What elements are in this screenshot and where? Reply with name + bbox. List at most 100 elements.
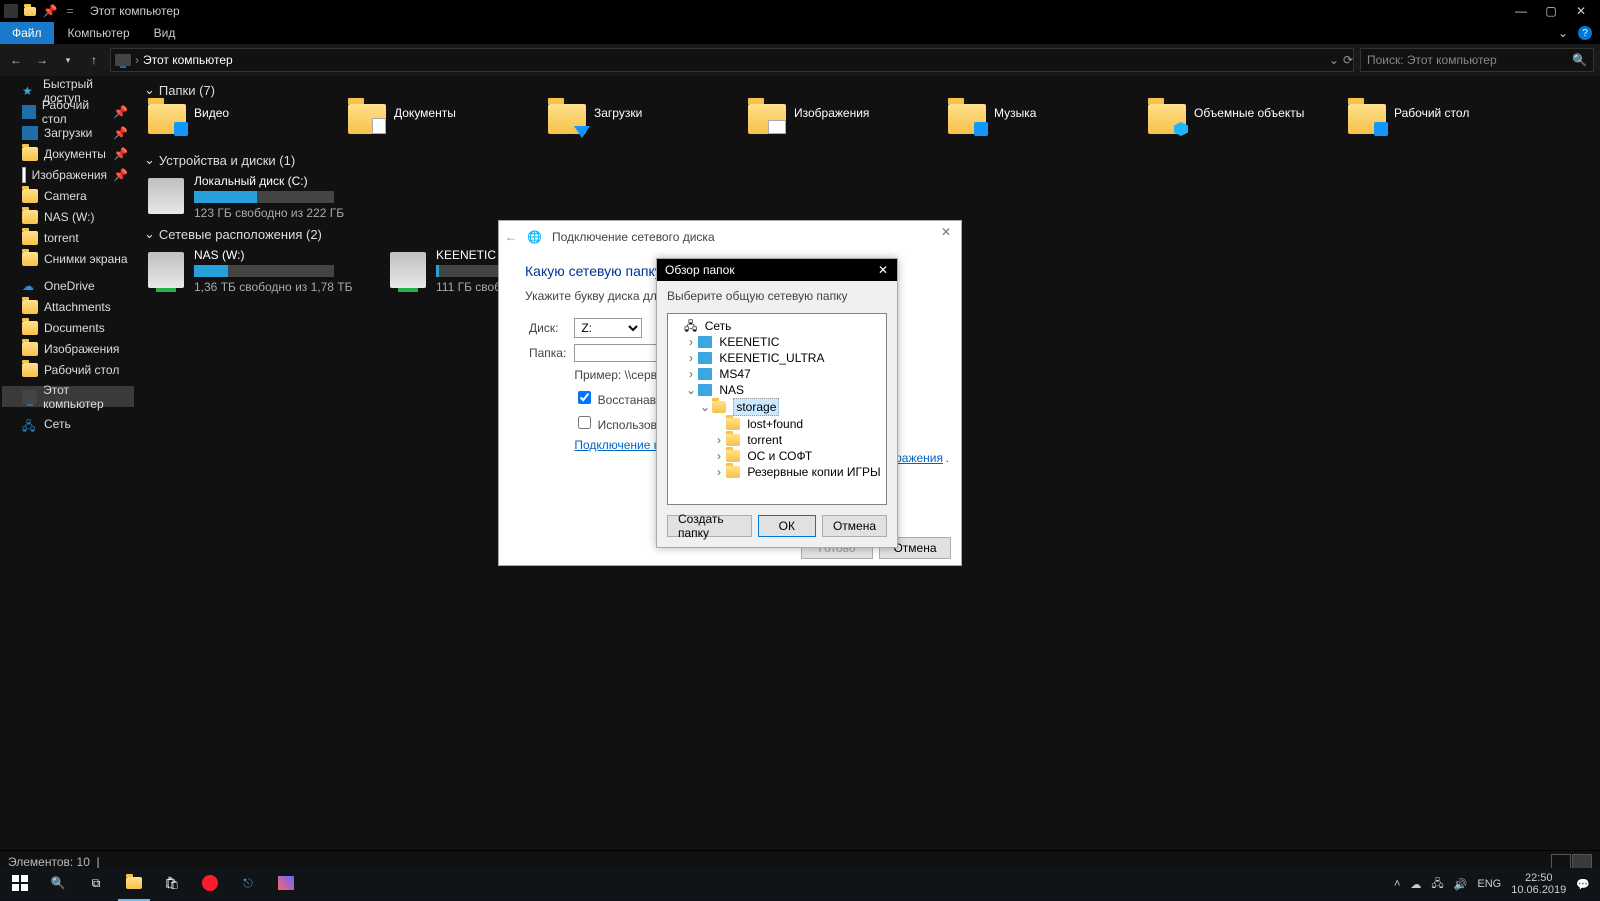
ok-button[interactable]: ОК <box>758 515 816 537</box>
nav-back[interactable]: ← <box>6 50 26 70</box>
section-folders[interactable]: ⌄Папки (7) <box>140 80 1600 100</box>
sidebar-label: Camera <box>44 189 87 203</box>
folder-downloads[interactable]: Загрузки <box>540 100 734 150</box>
sidebar-item[interactable]: Загрузки📌 <box>2 122 134 143</box>
folder-documents[interactable]: Документы <box>340 100 534 150</box>
sidebar-item[interactable]: Рабочий стол📌 <box>2 101 134 122</box>
task-view-button[interactable]: ⧉ <box>80 867 112 899</box>
drive-c[interactable]: Локальный диск (C:) 123 ГБ свободно из 2… <box>140 170 376 224</box>
desktop-icon <box>22 105 36 119</box>
sidebar-network[interactable]: 🖧Сеть <box>2 413 134 434</box>
tray-volume-icon[interactable]: 🔊 <box>1454 878 1468 891</box>
sidebar-onedrive[interactable]: ☁OneDrive <box>2 275 134 296</box>
computer-icon <box>698 384 712 396</box>
drive-letter-select[interactable]: Z: <box>574 318 642 338</box>
ribbon-view[interactable]: Вид <box>142 22 188 44</box>
maximize-button[interactable]: ▢ <box>1536 0 1566 22</box>
ribbon-computer[interactable]: Компьютер <box>56 22 142 44</box>
sidebar-item[interactable]: Рабочий стол <box>2 359 134 380</box>
sidebar-item[interactable]: Изображения📌 <box>2 164 134 185</box>
system-menu-icon[interactable] <box>4 4 18 18</box>
breadcrumb-chevron-down-icon[interactable]: ⌄ <box>1329 53 1339 67</box>
tb-app2[interactable] <box>270 867 302 899</box>
tray-onedrive-icon[interactable]: ☁ <box>1410 878 1421 891</box>
sidebar-item[interactable]: torrent <box>2 227 134 248</box>
expand-icon[interactable]: › <box>686 350 696 366</box>
sidebar-item[interactable]: Camera <box>2 185 134 206</box>
computer-icon <box>698 336 712 348</box>
folder-video[interactable]: Видео <box>140 100 334 150</box>
folder-desktop[interactable]: Рабочий стол <box>1340 100 1534 150</box>
search-button[interactable]: 🔍 <box>42 867 74 899</box>
sidebar-item[interactable]: Документы📌 <box>2 143 134 164</box>
tree-item-storage[interactable]: ⌄ storage <box>700 398 884 416</box>
tray-clock[interactable]: 22:50 10.06.2019 <box>1511 872 1566 896</box>
browse-title: Обзор папок <box>665 263 735 277</box>
sidebar-item[interactable]: Снимки экрана <box>2 248 134 269</box>
cancel-button[interactable]: Отмена <box>822 515 887 537</box>
wizard-back-icon[interactable]: ← <box>505 230 517 244</box>
sidebar-item[interactable]: Attachments <box>2 296 134 317</box>
tray-lang[interactable]: ENG <box>1477 878 1501 890</box>
computer-icon <box>698 368 712 380</box>
start-button[interactable] <box>4 867 36 899</box>
sidebar-item[interactable]: Изображения <box>2 338 134 359</box>
folder-name: Рабочий стол <box>1394 104 1469 120</box>
close-button[interactable]: ✕ <box>1566 0 1596 22</box>
sidebar-item[interactable]: NAS (W:) <box>2 206 134 227</box>
collapse-icon[interactable]: ⌄ <box>700 399 710 415</box>
tray-overflow-icon[interactable]: ˄ <box>1394 878 1400 890</box>
tree-item[interactable]: › KEENETIC_ULTRA <box>686 350 884 366</box>
wizard-close-button[interactable]: ✕ <box>941 225 951 239</box>
new-folder-button[interactable]: Создать папку <box>667 515 752 537</box>
downloads-icon <box>22 126 38 140</box>
expand-icon[interactable]: › <box>714 464 724 480</box>
tree-item[interactable]: › ОС и СОФТ <box>714 448 884 464</box>
sidebar-item[interactable]: Documents <box>2 317 134 338</box>
tree-item[interactable]: › MS47 <box>686 366 884 382</box>
sidebar-label: NAS (W:) <box>44 210 94 224</box>
minimize-button[interactable]: — <box>1506 0 1536 22</box>
tray-network-icon[interactable]: 🖧 <box>1431 875 1443 894</box>
refresh-icon[interactable]: ⟳ <box>1343 53 1353 67</box>
nav-recent[interactable]: ▾ <box>58 50 78 70</box>
tb-explorer[interactable] <box>118 867 150 901</box>
tb-opera[interactable] <box>194 867 226 899</box>
expand-icon[interactable]: › <box>714 448 724 464</box>
tray-notifications-icon[interactable]: 💬 <box>1576 878 1590 891</box>
tree-item[interactable]: › KEENETIC <box>686 334 884 350</box>
section-devices[interactable]: ⌄Устройства и диски (1) <box>140 150 1600 170</box>
browse-folder-dialog: Обзор папок ✕ Выберите общую сетевую пап… <box>656 258 898 548</box>
tb-app1[interactable]: ⎋ <box>232 867 264 899</box>
ribbon-help-icon[interactable]: ? <box>1578 26 1592 40</box>
tree-item-nas[interactable]: ⌄ NAS <box>686 382 884 398</box>
nav-up[interactable]: ↑ <box>84 50 104 70</box>
tree-item-network[interactable]: 🖧 Сеть <box>672 318 884 334</box>
wizard-link-1[interactable]: Подключение к в <box>574 438 668 452</box>
drive-nas[interactable]: NAS (W:) 1,36 ТБ свободно из 1,78 ТБ <box>140 244 376 298</box>
search-input[interactable]: Поиск: Этот компьютер 🔍 <box>1360 48 1594 72</box>
expand-icon[interactable]: › <box>714 432 724 448</box>
expand-icon[interactable]: › <box>686 334 696 350</box>
taskbar: 🔍 ⧉ 🛍 ⎋ ˄ ☁ 🖧 🔊 ENG 22:50 10.06.2019 💬 <box>0 868 1600 900</box>
collapse-icon[interactable]: ⌄ <box>686 382 696 398</box>
tree-item[interactable]: lost+found <box>714 416 884 432</box>
folder-pictures[interactable]: Изображения <box>740 100 934 150</box>
folder-name: Документы <box>394 104 456 120</box>
expand-icon[interactable]: › <box>686 366 696 382</box>
browse-close-button[interactable]: ✕ <box>869 263 897 277</box>
sidebar-this-pc[interactable]: Этот компьютер <box>2 386 134 407</box>
tb-store[interactable]: 🛍 <box>156 867 188 899</box>
ribbon-expand-icon[interactable]: ⌄ <box>1558 26 1568 40</box>
tree-item[interactable]: › torrent <box>714 432 884 448</box>
folder-music[interactable]: Музыка <box>940 100 1134 150</box>
tree-item[interactable]: › Резервные копии ИГРЫ <box>714 464 884 480</box>
folder-name: Загрузки <box>594 104 642 120</box>
folder-3d[interactable]: Объемные объекты <box>1140 100 1334 150</box>
folder-tree[interactable]: 🖧 Сеть › KEENETIC › KEENETIC_ULTRA › MS4… <box>667 313 887 505</box>
folder-qa-icon[interactable] <box>22 4 38 18</box>
breadcrumb[interactable]: › Этот компьютер ⌄ ⟳ <box>110 48 1354 72</box>
ribbon-file[interactable]: Файл <box>0 22 54 44</box>
nav-forward[interactable]: → <box>32 50 52 70</box>
pin-icon[interactable]: 📌 <box>42 4 58 18</box>
